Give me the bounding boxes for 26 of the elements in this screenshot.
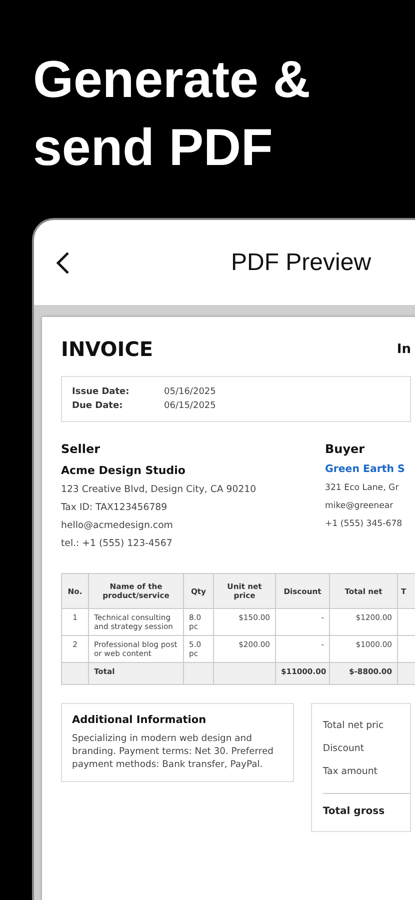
additional-info-text: Specializing in modern web design and branding. Payment terms: Net 30. Preferred payment methods: Bank transfer, PayPal. — [72, 732, 274, 771]
totals-label: Total net pric — [322, 719, 385, 733]
total-gross-label: Total gross — [322, 806, 386, 817]
additional-info-heading: Additional Information — [72, 714, 208, 726]
back-icon[interactable] — [56, 250, 70, 274]
invoice-title: INVOICE — [61, 337, 154, 361]
seller-detail: Tax ID: TAX123456789 — [61, 501, 168, 515]
seller-detail: hello@acmedesign.com — [61, 519, 174, 533]
buyer-detail: +1 (555) 345-678 — [325, 518, 404, 531]
totals-label: Tax amount — [322, 765, 378, 779]
date-label: Issue Date: — [72, 387, 130, 397]
seller-heading: Seller — [61, 442, 102, 456]
seller-name: Acme Design Studio — [61, 464, 186, 477]
buyer-detail: 321 Eco Lane, Gr — [325, 482, 400, 495]
invoice-number-label: In — [396, 342, 411, 356]
date-value: 05/16/2025 — [164, 387, 217, 397]
seller-detail: tel.: +1 (555) 123-4567 — [61, 537, 174, 551]
totals-label: Discount — [322, 742, 366, 756]
seller-detail: 123 Creative Blvd, Design City, CA 90210 — [61, 483, 258, 497]
date-label: Due Date: — [72, 401, 124, 411]
screen-title: PDF Preview — [231, 248, 372, 276]
date-value: 06/15/2025 — [164, 401, 217, 411]
buyer-name: Green Earth S — [325, 464, 405, 475]
buyer-heading: Buyer — [325, 442, 366, 456]
buyer-detail: mike@greenear — [325, 500, 394, 513]
headline: Generate & send PDF — [32, 50, 312, 179]
